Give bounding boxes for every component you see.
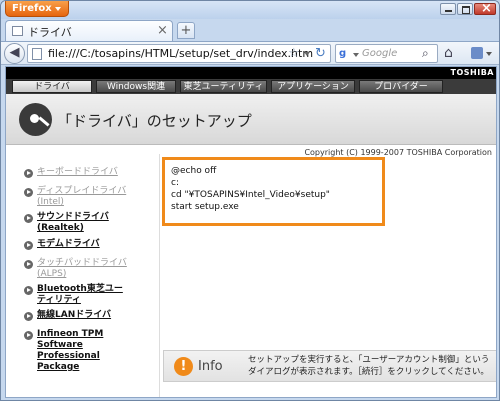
search-placeholder: Google — [362, 48, 398, 59]
driver-item-label: モデムドライバ — [37, 239, 100, 249]
code-line: @echo off — [171, 166, 217, 176]
arrow-right-icon — [24, 260, 33, 269]
batch-code-box: @echo off c: cd "¥TOSAPINS¥Intel_Video¥s… — [162, 157, 385, 226]
url-text: file:///C:/tosapins/HTML/setup/set_drv/i… — [48, 47, 314, 60]
menu-toshiba-utilities[interactable]: 東芝ユーティリティ — [180, 80, 267, 93]
disc-icon — [19, 103, 52, 136]
menu-providers[interactable]: プロバイダー — [359, 80, 443, 93]
info-label: Info — [198, 359, 223, 374]
back-button[interactable]: ◀ — [4, 43, 25, 64]
chevron-down-icon[interactable] — [304, 52, 310, 56]
tab-title: ドライバ — [28, 26, 72, 39]
minimize-button[interactable] — [440, 3, 456, 15]
page-title: 「ドライバ」のセットアップ — [57, 112, 252, 130]
toshiba-logo: TOSHIBA — [450, 68, 494, 77]
arrow-right-icon — [24, 312, 33, 321]
address-bar[interactable]: file:///C:/tosapins/HTML/setup/set_drv/i… — [27, 44, 331, 63]
firefox-menu-label: Firefox — [12, 3, 52, 14]
arrow-right-icon — [24, 241, 33, 250]
home-button[interactable]: ⌂ — [444, 45, 453, 61]
home-icon: ⌂ — [444, 45, 453, 61]
google-icon[interactable]: g — [339, 48, 351, 60]
bookmarks-icon — [471, 47, 483, 59]
tab-drivers[interactable]: ドライバ × — [5, 20, 173, 41]
navigation-bar: ◀ file:///C:/tosapins/HTML/setup/set_drv… — [1, 41, 499, 65]
arrow-left-icon: ◀ — [9, 45, 20, 60]
chevron-down-icon[interactable] — [353, 53, 359, 57]
arrow-right-icon — [24, 169, 33, 178]
search-icon[interactable]: ⌕ — [422, 46, 429, 61]
driver-item-label: サウンドドライバ (Realtek) — [37, 212, 109, 233]
main-content: @echo off c: cd "¥TOSAPINS¥Intel_Video¥s… — [159, 154, 496, 397]
exclamation-icon: ! — [174, 357, 193, 376]
menu-drivers[interactable]: ドライバ — [12, 80, 92, 93]
arrow-right-icon — [24, 286, 33, 295]
driver-item-label: キーボードドライバ — [37, 167, 118, 177]
driver-item-label: タッチパッドドライバ (ALPS) — [37, 258, 127, 279]
driver-item-label: Infineon TPM Software Professional Packa… — [37, 329, 104, 372]
page-icon — [12, 26, 23, 36]
browser-window: Firefox ドライバ × + ◀ file:///C:/tosapins/H… — [0, 0, 500, 401]
page-header: 「ドライバ」のセットアップ — [6, 94, 496, 145]
arrow-right-icon — [24, 188, 33, 197]
menu-windows[interactable]: Windows関連 — [96, 80, 176, 93]
driver-item-label: Bluetooth東芝ユー ティリティ — [37, 284, 123, 305]
close-tab-icon[interactable]: × — [157, 23, 168, 38]
info-notice: ! Info セットアップを実行すると、「ユーザーアカウント制御」という ダイア… — [163, 350, 496, 382]
code-line: cd "¥TOSAPINS¥Intel_Video¥setup" — [171, 190, 330, 200]
new-tab-button[interactable]: + — [177, 22, 195, 39]
arrow-right-icon — [24, 214, 33, 223]
driver-item-label: ディスプレイドライバ (Intel) — [37, 186, 127, 207]
search-input[interactable]: g Google ⌕ — [335, 44, 438, 63]
site-menu: ドライバ Windows関連 東芝ユーティリティ アプリケーション プロバイダー — [6, 79, 496, 94]
code-line: start setup.exe — [171, 202, 239, 212]
brand-bar: TOSHIBA — [6, 67, 496, 79]
maximize-button[interactable] — [457, 3, 473, 15]
chevron-down-icon — [55, 7, 61, 11]
close-window-button[interactable] — [474, 1, 496, 16]
star-icon[interactable]: ☆ — [288, 46, 300, 61]
tab-bar: ドライバ × + — [1, 19, 499, 41]
page-icon — [32, 48, 42, 60]
bookmarks-button[interactable] — [468, 44, 494, 63]
firefox-menu-button[interactable]: Firefox — [5, 1, 69, 17]
title-bar: Firefox — [1, 1, 499, 19]
driver-item-label: 無線LANドライバ — [37, 310, 112, 320]
reload-icon[interactable]: ↻ — [315, 46, 326, 61]
chevron-down-icon — [486, 52, 492, 56]
menu-applications[interactable]: アプリケーション — [271, 80, 355, 93]
code-line: c: — [171, 178, 179, 188]
info-text: セットアップを実行すると、「ユーザーアカウント制御」という ダイアログが表示され… — [248, 355, 490, 377]
web-page: TOSHIBA ドライバ Windows関連 東芝ユーティリティ アプリケーショ… — [5, 66, 497, 398]
arrow-right-icon — [24, 331, 33, 340]
